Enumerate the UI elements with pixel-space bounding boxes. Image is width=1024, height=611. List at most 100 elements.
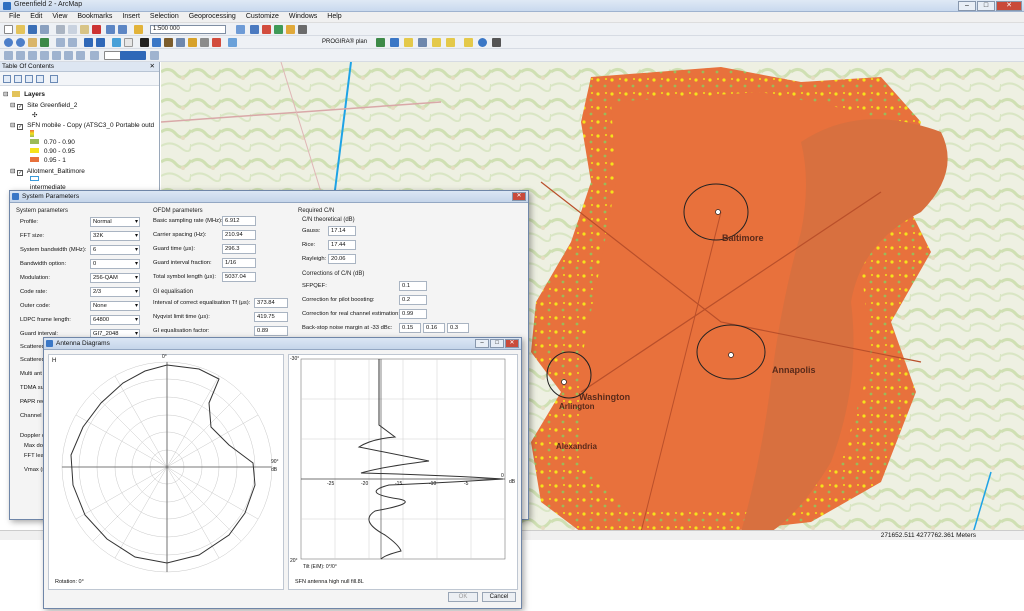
draw-tool-5-icon[interactable] bbox=[52, 51, 61, 60]
map-scale-select[interactable]: 1:500 000 bbox=[150, 25, 226, 34]
save-icon[interactable] bbox=[28, 25, 37, 34]
add-data-icon[interactable] bbox=[134, 25, 143, 34]
toc-options-icon[interactable] bbox=[50, 75, 58, 83]
catalog-icon[interactable] bbox=[262, 25, 271, 34]
layers-group[interactable]: ⊟ Layers bbox=[3, 90, 45, 98]
create-viewer-icon[interactable] bbox=[228, 38, 237, 47]
collapse-icon[interactable]: ⊟ bbox=[10, 122, 15, 129]
close-button[interactable]: ✕ bbox=[996, 1, 1022, 11]
paste-icon[interactable] bbox=[80, 25, 89, 34]
print-icon[interactable] bbox=[40, 25, 49, 34]
menu-edit[interactable]: Edit bbox=[25, 12, 47, 22]
toc-layer-allotment[interactable]: ⊟ ✓ Allotment_Baltimore bbox=[10, 167, 85, 176]
list-by-selection-icon[interactable] bbox=[36, 75, 44, 83]
find-icon[interactable] bbox=[164, 38, 173, 47]
zoom-out-icon[interactable] bbox=[16, 38, 25, 47]
draw-tool-4-icon[interactable] bbox=[40, 51, 49, 60]
site-marker[interactable] bbox=[728, 352, 734, 358]
draw-tool-1-icon[interactable] bbox=[4, 51, 13, 60]
site-marker[interactable] bbox=[561, 379, 567, 385]
layer-visibility-checkbox[interactable]: ✓ bbox=[17, 104, 24, 110]
table-of-contents-icon[interactable] bbox=[250, 25, 259, 34]
full-extent-icon[interactable] bbox=[40, 38, 49, 47]
layer-visibility-checkbox[interactable]: ✓ bbox=[17, 124, 24, 130]
python-icon[interactable] bbox=[298, 25, 307, 34]
collapse-icon[interactable]: ⊟ bbox=[10, 168, 15, 175]
open-folder-icon[interactable] bbox=[16, 25, 25, 34]
toc-layer-site[interactable]: ⊟ ✓ Site Greenfield_2 bbox=[10, 101, 77, 110]
collapse-icon[interactable]: ⊟ bbox=[3, 91, 8, 98]
fft-size-select[interactable]: 32K bbox=[90, 231, 140, 241]
bandwidth-option-select[interactable]: 0 bbox=[90, 259, 140, 269]
list-by-source-icon[interactable] bbox=[14, 75, 22, 83]
hyperlink-icon[interactable] bbox=[188, 38, 197, 47]
menu-file[interactable]: File bbox=[4, 12, 25, 22]
html-popup-icon[interactable] bbox=[200, 38, 209, 47]
draw-tool-9-icon[interactable] bbox=[150, 51, 159, 60]
plan-tool-6-icon[interactable] bbox=[446, 38, 455, 47]
time-slider-icon[interactable] bbox=[212, 38, 221, 47]
measure-icon[interactable] bbox=[176, 38, 185, 47]
menu-customize[interactable]: Customize bbox=[241, 12, 284, 22]
back-extent-icon[interactable] bbox=[84, 38, 93, 47]
list-by-drawing-order-icon[interactable] bbox=[3, 75, 11, 83]
draw-tool-3-icon[interactable] bbox=[28, 51, 37, 60]
search-window-icon[interactable] bbox=[274, 25, 283, 34]
select-features-icon[interactable] bbox=[112, 38, 121, 47]
copy-icon[interactable] bbox=[68, 25, 77, 34]
menu-selection[interactable]: Selection bbox=[145, 12, 184, 22]
arctoolbox-icon[interactable] bbox=[286, 25, 295, 34]
color-select[interactable] bbox=[120, 51, 146, 60]
plan-tool-2-icon[interactable] bbox=[390, 38, 399, 47]
identify-icon[interactable] bbox=[152, 38, 161, 47]
clear-selection-icon[interactable] bbox=[124, 38, 133, 47]
plan-tool-1-icon[interactable] bbox=[376, 38, 385, 47]
plan-tool-3-icon[interactable] bbox=[404, 38, 413, 47]
dialog-maximize-button[interactable]: □ bbox=[490, 339, 504, 348]
fixed-zoom-in-icon[interactable] bbox=[56, 38, 65, 47]
dialog-minimize-button[interactable]: – bbox=[475, 339, 489, 348]
draw-tool-2-icon[interactable] bbox=[16, 51, 25, 60]
plan-tool-7-icon[interactable] bbox=[464, 38, 473, 47]
ldpc-frame-length-select[interactable]: 64800 bbox=[90, 315, 140, 325]
select-elements-icon[interactable] bbox=[140, 38, 149, 47]
menu-insert[interactable]: Insert bbox=[117, 12, 145, 22]
zoom-in-icon[interactable] bbox=[4, 38, 13, 47]
menu-help[interactable]: Help bbox=[322, 12, 346, 22]
delete-icon[interactable] bbox=[92, 25, 101, 34]
layer-visibility-checkbox[interactable]: ✓ bbox=[17, 170, 24, 176]
list-by-visibility-icon[interactable] bbox=[25, 75, 33, 83]
plan-tool-4-icon[interactable] bbox=[418, 38, 427, 47]
code-rate-select[interactable]: 2/3 bbox=[90, 287, 140, 297]
menu-view[interactable]: View bbox=[47, 12, 72, 22]
ok-button[interactable]: OK bbox=[448, 592, 478, 602]
dialog-close-button[interactable]: ✕ bbox=[512, 192, 526, 201]
minimize-button[interactable]: – bbox=[958, 1, 976, 11]
draw-tool-7-icon[interactable] bbox=[76, 51, 85, 60]
maximize-button[interactable]: □ bbox=[977, 1, 995, 11]
plan-table-icon[interactable] bbox=[492, 38, 501, 47]
plan-tool-5-icon[interactable] bbox=[432, 38, 441, 47]
system-bandwidth-select[interactable]: 6 bbox=[90, 245, 140, 255]
site-marker[interactable] bbox=[715, 209, 721, 215]
new-document-icon[interactable] bbox=[4, 25, 13, 34]
profile-select[interactable]: Normal bbox=[90, 217, 140, 227]
redo-icon[interactable] bbox=[118, 25, 127, 34]
collapse-icon[interactable]: ⊟ bbox=[10, 102, 15, 109]
cancel-button[interactable]: Cancel bbox=[482, 592, 516, 602]
forward-extent-icon[interactable] bbox=[96, 38, 105, 47]
menu-geoprocessing[interactable]: Geoprocessing bbox=[184, 12, 241, 22]
menu-windows[interactable]: Windows bbox=[284, 12, 322, 22]
pan-icon[interactable] bbox=[28, 38, 37, 47]
menu-bookmarks[interactable]: Bookmarks bbox=[72, 12, 117, 22]
fixed-zoom-out-icon[interactable] bbox=[68, 38, 77, 47]
draw-tool-8-icon[interactable] bbox=[90, 51, 99, 60]
toc-layer-sfn[interactable]: ⊟ ✓ SFN mobile - Copy (ATSC3_0 Portable … bbox=[10, 121, 154, 130]
editor-icon[interactable] bbox=[236, 25, 245, 34]
undo-icon[interactable] bbox=[106, 25, 115, 34]
modulation-select[interactable]: 256-QAM bbox=[90, 273, 140, 283]
cut-icon[interactable] bbox=[56, 25, 65, 34]
draw-tool-6-icon[interactable] bbox=[64, 51, 73, 60]
outer-code-select[interactable]: None bbox=[90, 301, 140, 311]
toc-close-icon[interactable]: ✕ bbox=[150, 62, 155, 72]
